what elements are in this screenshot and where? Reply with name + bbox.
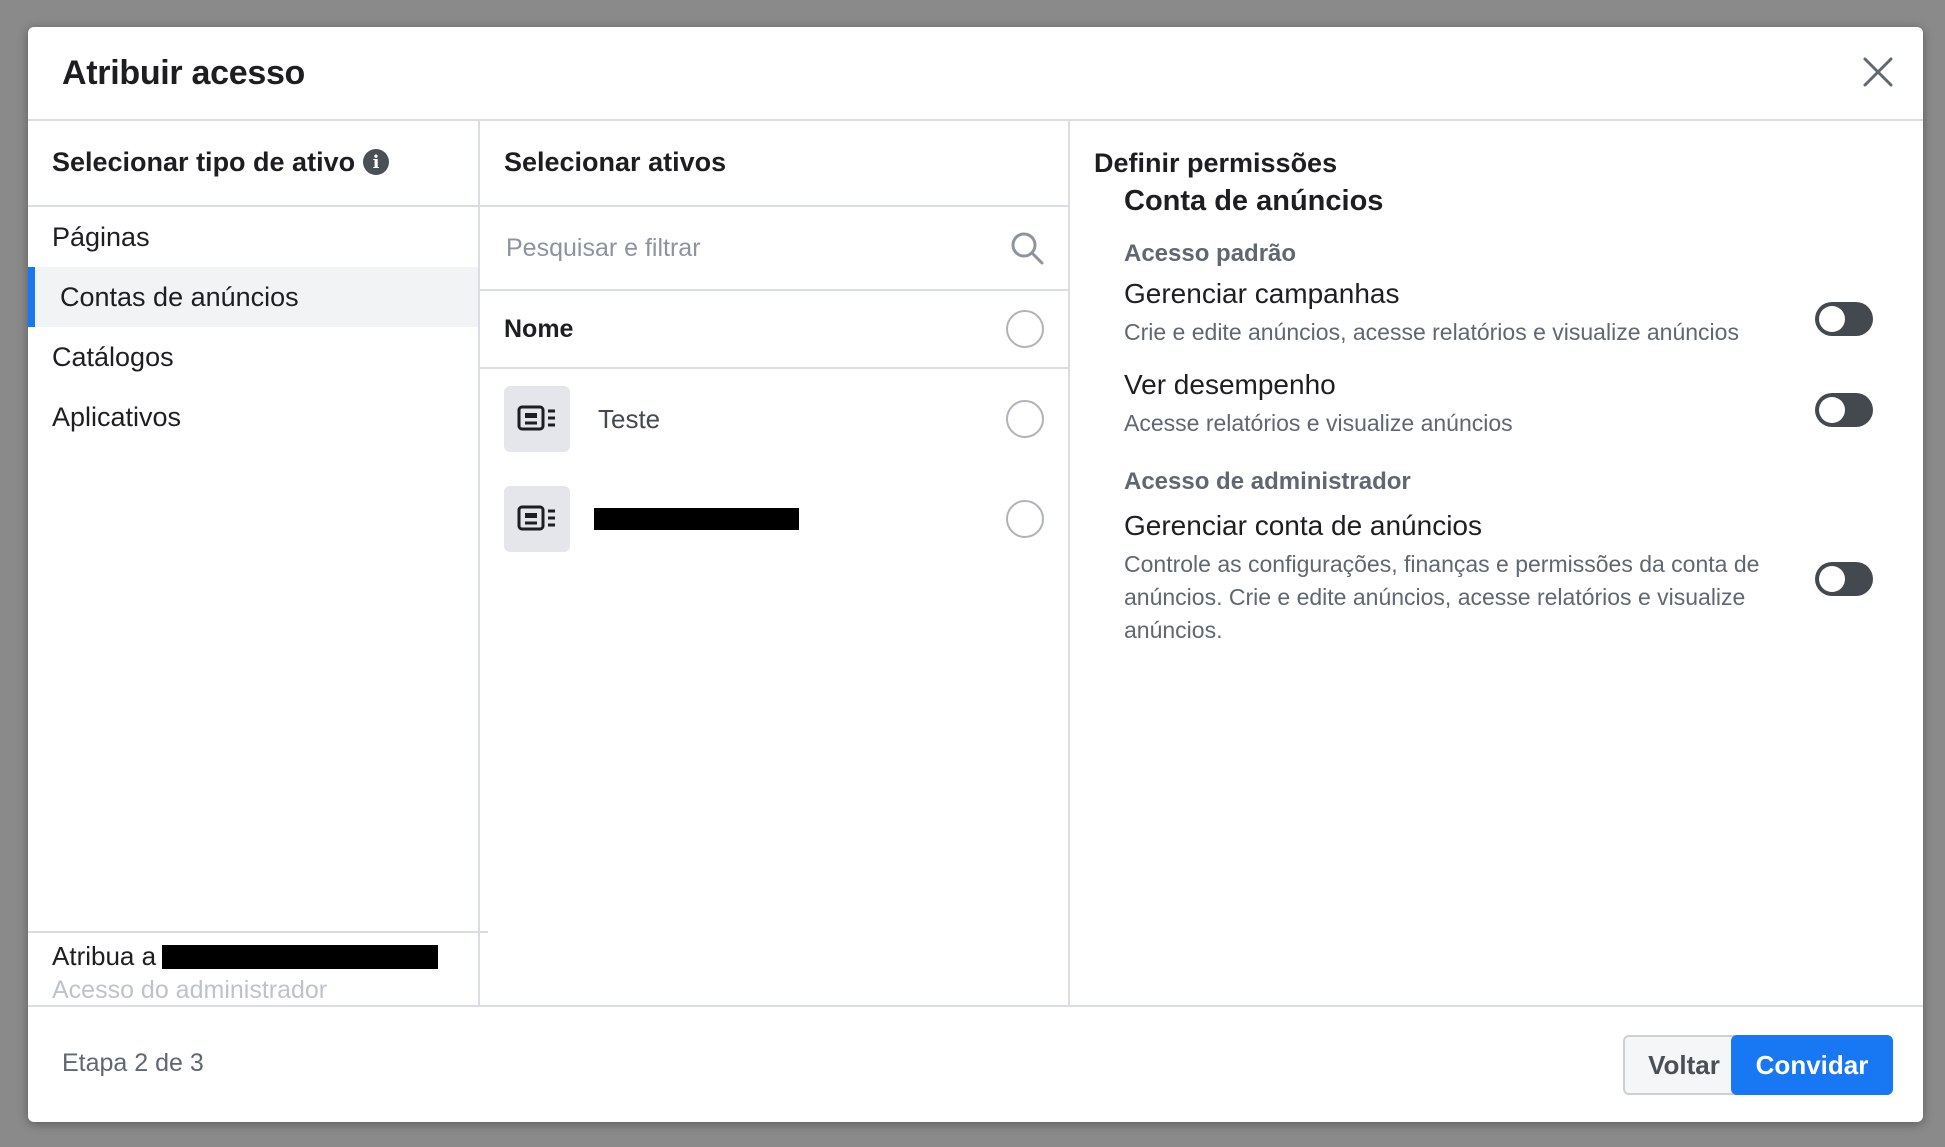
back-button[interactable]: Voltar bbox=[1623, 1035, 1745, 1095]
invite-button[interactable]: Convidar bbox=[1731, 1035, 1893, 1095]
asset-type-pages[interactable]: Páginas bbox=[28, 207, 478, 267]
list-header: Nome bbox=[480, 291, 1068, 369]
ad-account-icon bbox=[504, 386, 570, 452]
asset-row[interactable] bbox=[480, 469, 1068, 569]
asset-type-title: Conta de anúncios bbox=[1124, 185, 1384, 217]
asset-type-label: Aplicativos bbox=[52, 401, 182, 432]
asset-type-label: Páginas bbox=[52, 221, 150, 252]
assignee-role: Acesso do administrador bbox=[52, 976, 328, 1004]
permission-manage-campaigns: Gerenciar campanhas Crie e edite anúncio… bbox=[1124, 278, 1899, 349]
assignee-prefix: Atribua a bbox=[52, 941, 157, 971]
asset-type-label: Contas de anúncios bbox=[60, 281, 299, 312]
search-input[interactable] bbox=[504, 225, 988, 271]
select-all-radio[interactable] bbox=[1006, 310, 1044, 348]
asset-type-catalogs[interactable]: Catálogos bbox=[28, 327, 478, 387]
asset-row[interactable]: Teste bbox=[480, 369, 1068, 469]
assets-header: Selecionar ativos bbox=[480, 119, 1068, 207]
permission-name: Ver desempenho bbox=[1124, 369, 1336, 400]
close-icon[interactable] bbox=[1855, 49, 1901, 95]
ad-account-icon bbox=[504, 486, 570, 552]
search-icon[interactable] bbox=[1008, 229, 1046, 267]
manage-ad-account-toggle[interactable] bbox=[1815, 562, 1873, 596]
redacted-asset-name bbox=[594, 508, 799, 530]
asset-radio[interactable] bbox=[1006, 500, 1044, 538]
info-icon[interactable]: i bbox=[363, 149, 390, 175]
permission-manage-ad-account: Gerenciar conta de anúncios Controle as … bbox=[1124, 510, 1899, 647]
asset-type-header-label: Selecionar tipo de ativo bbox=[52, 146, 356, 177]
assignee-line: Atribua a bbox=[52, 941, 488, 972]
dialog-header: Atribuir acesso bbox=[28, 27, 1923, 121]
asset-type-column: Selecionar tipo de ativo i Páginas Conta… bbox=[28, 119, 488, 1005]
list-header-label: Nome bbox=[504, 314, 574, 343]
permissions-panel: Conta de anúncios Acesso padrão Gerencia… bbox=[1070, 185, 1923, 647]
assets-column: Selecionar ativos Nome Teste bbox=[480, 119, 1070, 1005]
admin-access-heading: Acesso de administrador bbox=[1124, 468, 1411, 495]
permission-name: Gerenciar campanhas bbox=[1124, 278, 1400, 309]
standard-access-heading: Acesso padrão bbox=[1124, 240, 1297, 267]
step-indicator: Etapa 2 de 3 bbox=[62, 1049, 204, 1077]
asset-type-label: Catálogos bbox=[52, 341, 174, 372]
redacted-email bbox=[162, 944, 439, 969]
asset-type-header: Selecionar tipo de ativo i bbox=[28, 119, 478, 207]
assign-access-dialog: Atribuir acesso Selecionar tipo de ativo… bbox=[28, 27, 1923, 1122]
permission-name: Gerenciar conta de anúncios bbox=[1124, 510, 1482, 541]
manage-campaigns-toggle[interactable] bbox=[1815, 302, 1873, 336]
asset-type-apps[interactable]: Aplicativos bbox=[28, 387, 478, 447]
asset-type-ad-accounts[interactable]: Contas de anúncios bbox=[28, 267, 478, 327]
permissions-column: Definir permissões Conta de anúncios Ace… bbox=[1070, 119, 1923, 1005]
assignee-info: Atribua a Acesso do administrador bbox=[28, 931, 488, 1005]
permission-desc: Crie e edite anúncios, acesse relatórios… bbox=[1124, 319, 1739, 345]
dialog-title: Atribuir acesso bbox=[62, 54, 306, 92]
asset-radio[interactable] bbox=[1006, 400, 1044, 438]
asset-name: Teste bbox=[598, 403, 661, 434]
permission-desc: Controle as configurações, finanças e pe… bbox=[1124, 551, 1760, 643]
view-performance-toggle[interactable] bbox=[1815, 393, 1873, 427]
dialog-footer: Etapa 2 de 3 Voltar Convidar bbox=[28, 1005, 1923, 1122]
search-bar bbox=[480, 207, 1068, 291]
permission-view-performance: Ver desempenho Acesse relatórios e visua… bbox=[1124, 369, 1899, 440]
permission-desc: Acesse relatórios e visualize anúncios bbox=[1124, 410, 1513, 436]
